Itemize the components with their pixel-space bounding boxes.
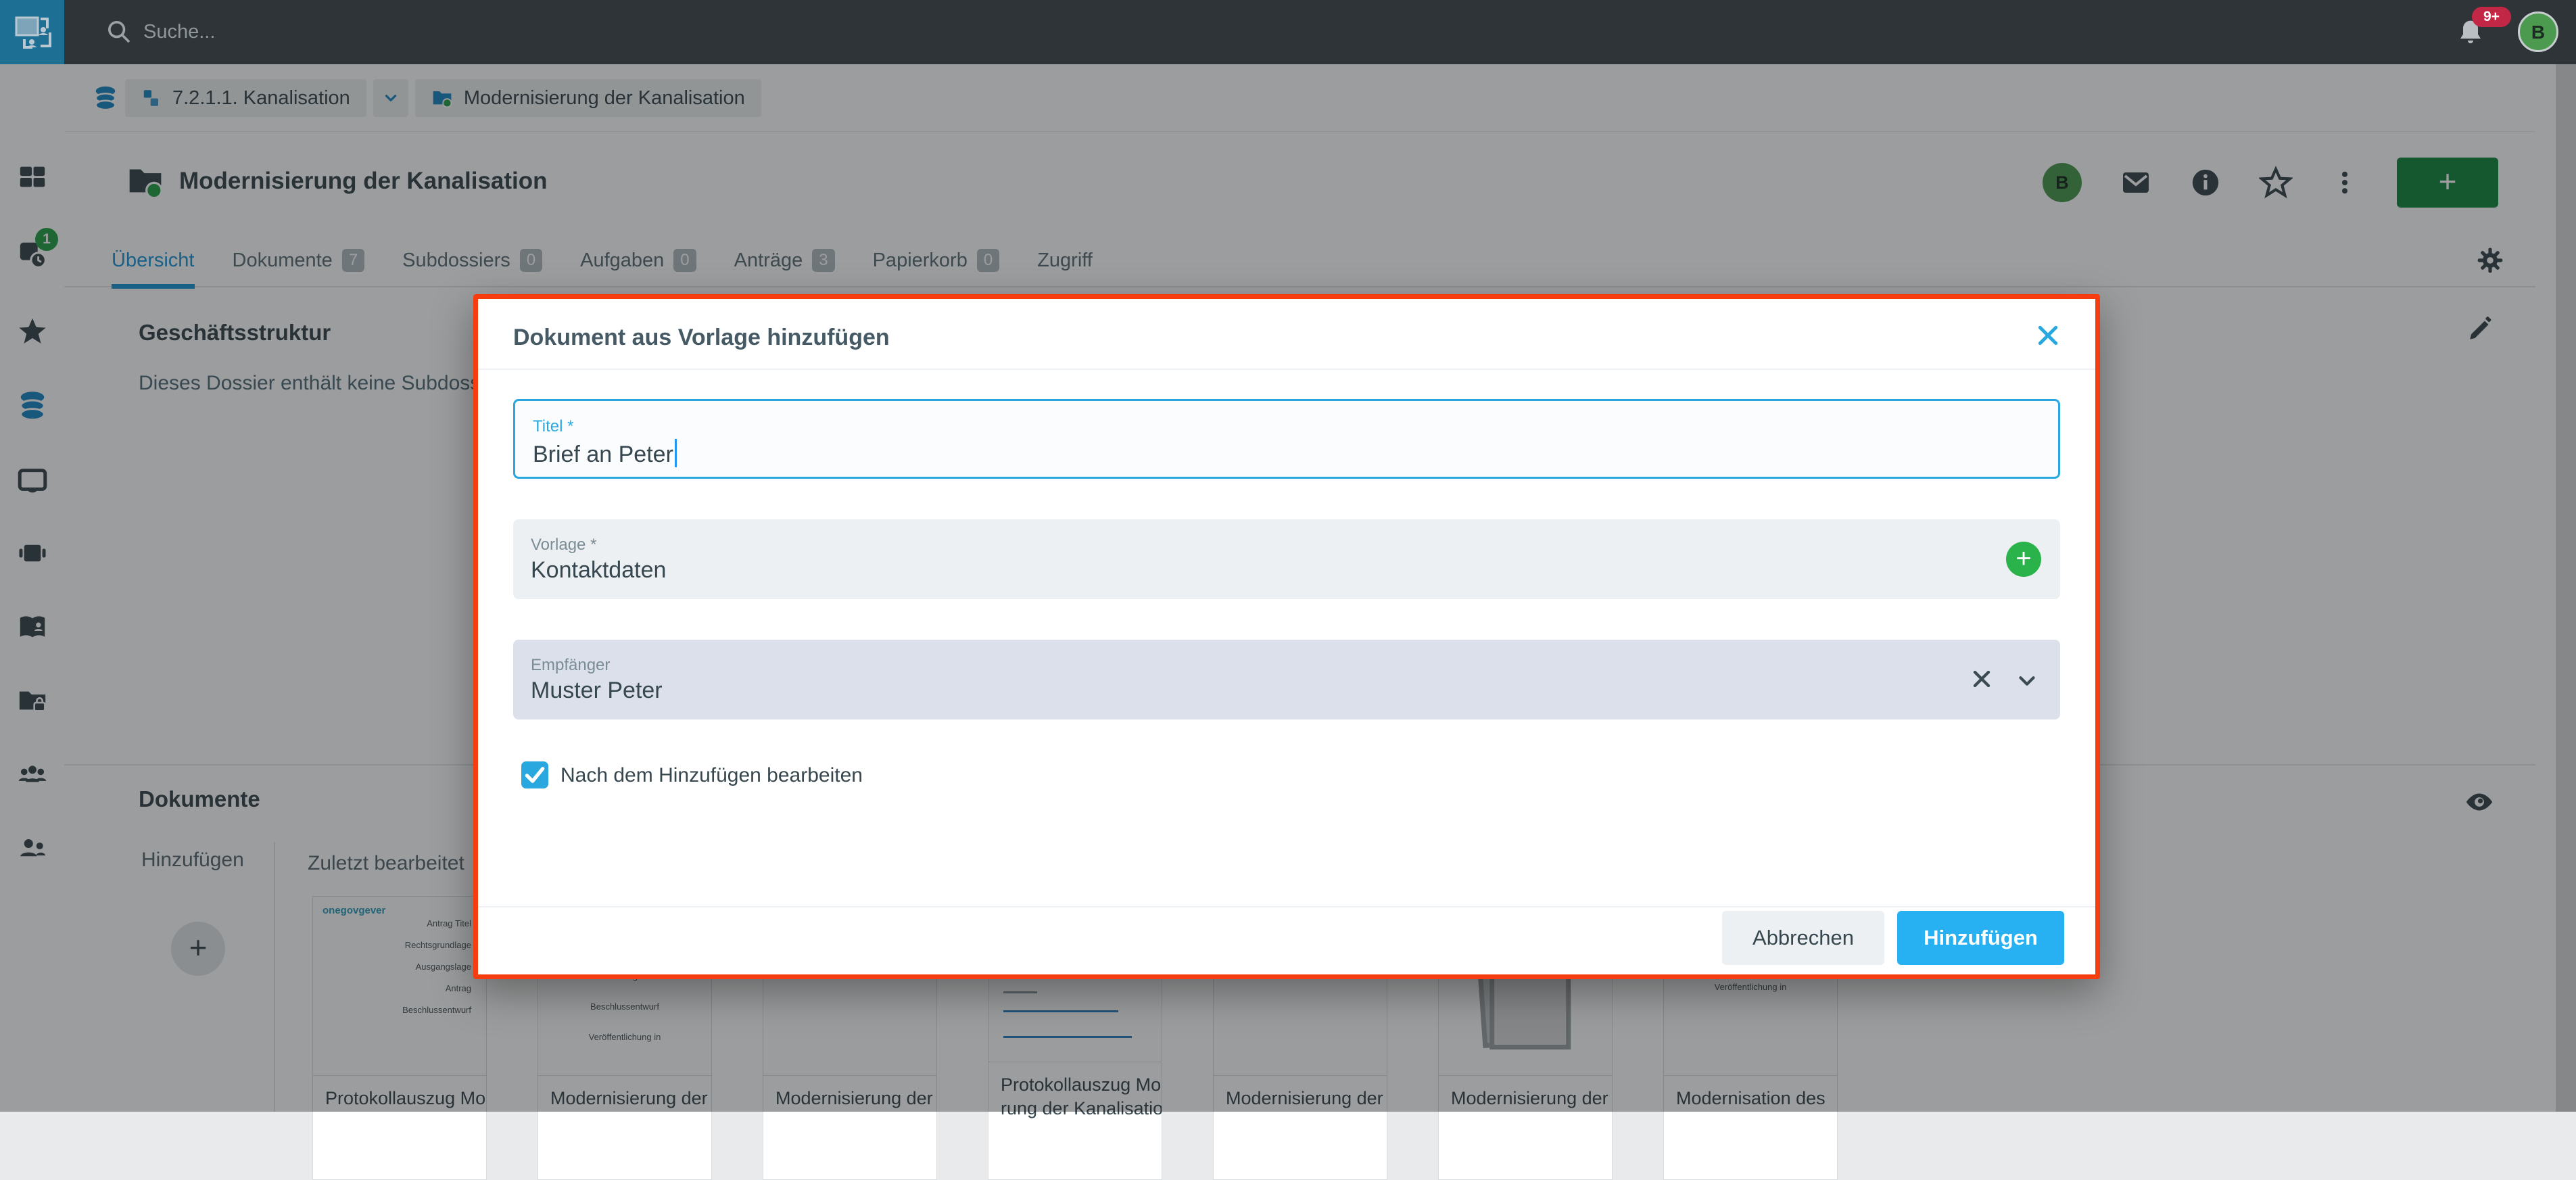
- edit-after-add-checkbox[interactable]: [521, 761, 548, 788]
- app-logo[interactable]: [0, 0, 64, 64]
- search-icon: [105, 18, 133, 45]
- text-caret: [675, 439, 677, 467]
- titel-value: Brief an Peter: [533, 439, 677, 468]
- submit-button[interactable]: Hinzufügen: [1897, 911, 2064, 965]
- app-logo-icon: [0, 0, 64, 64]
- topbar: Suche... 9+ B: [0, 0, 2576, 64]
- modal-footer-divider: [478, 906, 2095, 907]
- add-document-modal: Dokument aus Vorlage hinzufügen Titel * …: [473, 294, 2100, 979]
- add-template-icon[interactable]: +: [2006, 542, 2041, 577]
- close-icon[interactable]: [2034, 322, 2061, 349]
- vorlage-label: Vorlage *: [531, 536, 596, 554]
- cancel-button[interactable]: Abbrechen: [1722, 911, 1884, 965]
- vorlage-value: Kontaktdaten: [531, 557, 666, 584]
- search-input[interactable]: Suche...: [143, 0, 215, 64]
- chevron-down-icon[interactable]: [2014, 668, 2040, 694]
- checkmark-icon: [521, 761, 548, 788]
- edit-after-add-label: Nach dem Hinzufügen bearbeiten: [560, 764, 863, 787]
- empfaenger-label: Empfänger: [531, 656, 610, 675]
- empfaenger-value: Muster Peter: [531, 678, 663, 704]
- notification-count-badge: 9+: [2472, 7, 2511, 27]
- empfaenger-field[interactable]: Empfänger Muster Peter: [513, 640, 2060, 719]
- user-avatar[interactable]: B: [2518, 11, 2558, 52]
- modal-header-divider: [478, 369, 2095, 370]
- vorlage-field[interactable]: Vorlage * Kontaktdaten +: [513, 519, 2060, 599]
- modal-title: Dokument aus Vorlage hinzufügen: [513, 325, 890, 351]
- clear-icon[interactable]: [1968, 665, 1995, 692]
- titel-field[interactable]: Titel * Brief an Peter: [513, 399, 2060, 479]
- titel-label: Titel *: [533, 417, 573, 436]
